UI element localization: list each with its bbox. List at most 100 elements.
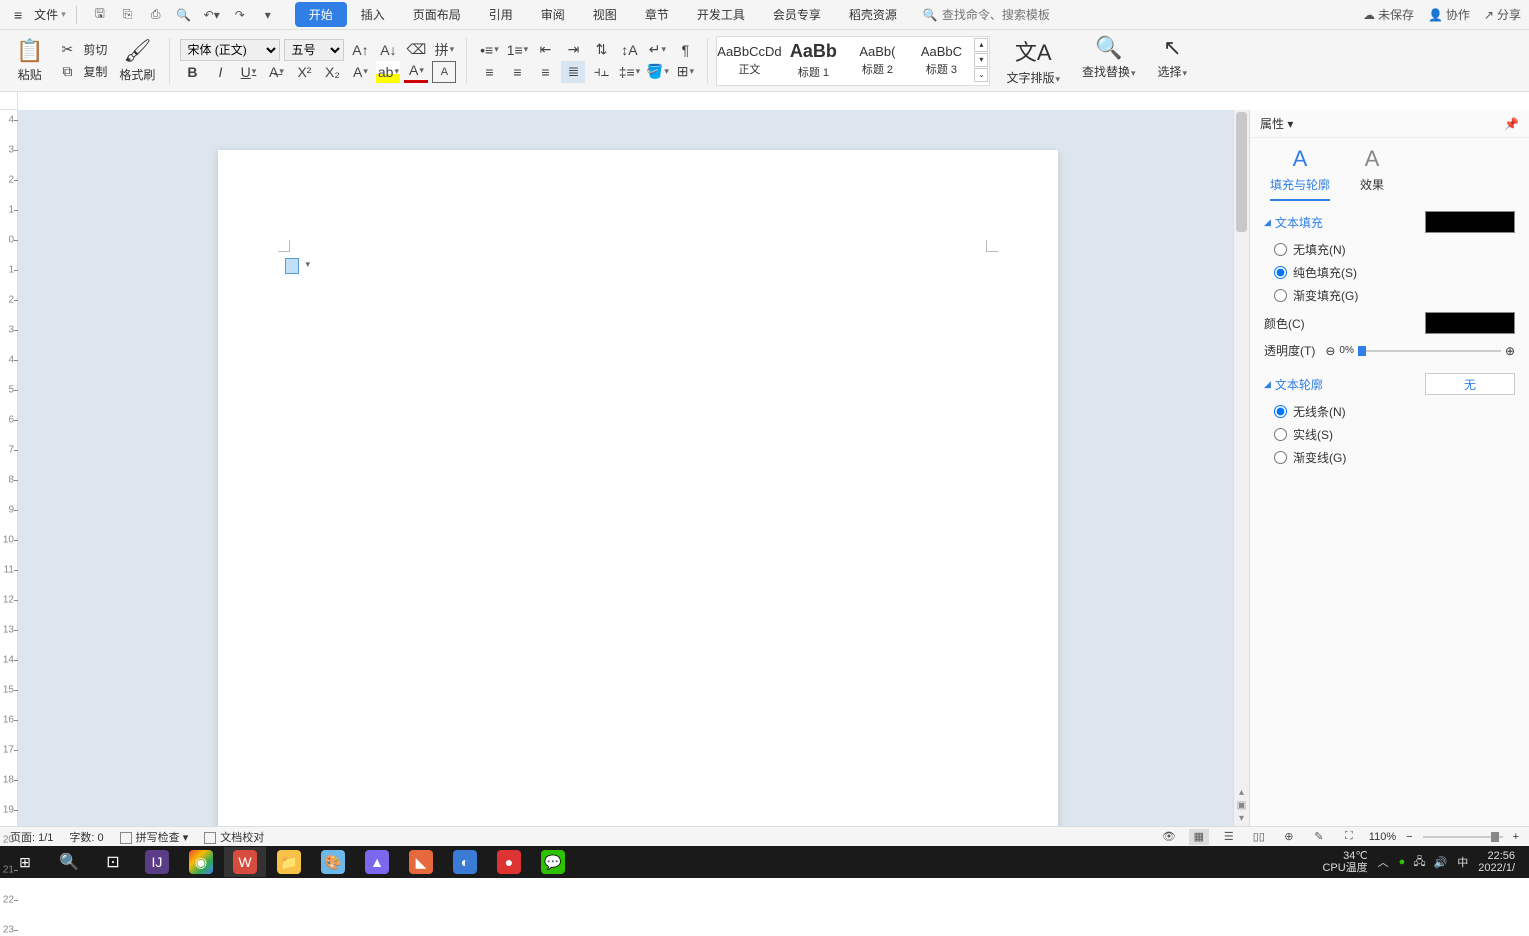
char-border-button[interactable]: A [432, 61, 456, 83]
view-reading-icon[interactable]: ▯▯ [1249, 829, 1269, 845]
tab-fill-outline[interactable]: A填充与轮廓 [1270, 146, 1330, 201]
eye-icon[interactable]: 👁 [1159, 829, 1179, 845]
taskbar-app-wps[interactable]: W [224, 847, 266, 877]
copy-button[interactable]: ⧉ [55, 61, 79, 83]
tab-insert[interactable]: 插入 [347, 2, 399, 27]
qat-customize-icon[interactable]: ▾ [257, 4, 279, 26]
clear-format-icon[interactable]: ⌫ [404, 39, 428, 61]
sort-button[interactable]: ⇅ [589, 39, 613, 61]
export-icon[interactable]: ⎘ [117, 4, 139, 26]
transparency-slider[interactable]: ⊖ 0% ⊕ [1325, 344, 1515, 358]
slider-thumb[interactable] [1358, 346, 1366, 356]
style-scroll-up[interactable]: ▴ [974, 38, 988, 52]
tab-home[interactable]: 开始 [295, 2, 347, 27]
undo-icon[interactable]: ↶▾ [201, 4, 223, 26]
distribute-button[interactable]: ⫞⫠ [589, 61, 613, 83]
text-effects-button[interactable]: A▾ [348, 61, 372, 83]
view-page-icon[interactable]: ▦ [1189, 829, 1209, 845]
italic-button[interactable]: I [208, 61, 232, 83]
doc-proofing[interactable]: 文档校对 [204, 829, 264, 845]
text-direction-button[interactable]: ↕A [617, 39, 641, 61]
share-button[interactable]: ↗分享 [1484, 6, 1521, 23]
decrease-indent-button[interactable]: ⇤ [533, 39, 557, 61]
shading-button[interactable]: 🪣▾ [645, 61, 669, 83]
radio-gradient-fill[interactable]: 渐变填充(G) [1274, 287, 1515, 304]
taskbar-clock[interactable]: 22:56 2022/1/ [1478, 850, 1515, 874]
style-heading3[interactable]: AaBbC标题 3 [910, 38, 972, 84]
grow-font-icon[interactable]: A↑ [348, 39, 372, 61]
save-icon[interactable]: 🖫 [89, 4, 111, 26]
zoom-in-icon[interactable]: + [1513, 831, 1519, 843]
page[interactable] [218, 150, 1058, 826]
minus-icon[interactable]: ⊖ [1325, 344, 1335, 358]
hamburger-icon[interactable]: ≡ [8, 7, 28, 23]
print-icon[interactable]: ⎙ [145, 4, 167, 26]
scroll-down-icon[interactable]: ▾ [1239, 813, 1244, 824]
pin-icon[interactable]: 📌 [1504, 117, 1519, 131]
view-focus-icon[interactable]: ✎ [1309, 829, 1329, 845]
paste-button[interactable]: 📋粘贴 [12, 36, 47, 85]
tab-premium[interactable]: 会员专享 [759, 2, 835, 27]
increase-indent-button[interactable]: ⇥ [561, 39, 585, 61]
tab-review[interactable]: 审阅 [527, 2, 579, 27]
tray-volume-icon[interactable]: 🔊 [1434, 856, 1448, 869]
numbering-button[interactable]: 1≡▾ [505, 39, 529, 61]
vertical-scrollbar[interactable]: ▴ ▣ ▾ [1233, 110, 1249, 826]
taskbar-app-paint[interactable]: 🎨 [312, 847, 354, 877]
line-spacing-button[interactable]: ‡≡▾ [617, 61, 641, 83]
find-replace-button[interactable]: 🔍查找替换▾ [1078, 33, 1140, 88]
tab-sections[interactable]: 章节 [631, 2, 683, 27]
subscript-button[interactable]: X₂ [320, 61, 344, 83]
section-text-fill[interactable]: ◢文本填充 [1264, 211, 1515, 233]
ime-indicator[interactable]: 中 [1457, 854, 1468, 870]
bullets-button[interactable]: •≡▾ [477, 39, 501, 61]
radio-no-line[interactable]: 无线条(N) [1274, 403, 1515, 420]
taskbar-search-icon[interactable]: 🔍 [48, 847, 90, 877]
collab-button[interactable]: 👤协作 [1428, 6, 1470, 23]
font-name-select[interactable]: 宋体 (正文) [180, 39, 280, 61]
font-color-button[interactable]: A▾ [404, 61, 428, 83]
tray-chevron-icon[interactable]: ︿ [1378, 854, 1389, 870]
plus-icon[interactable]: ⊕ [1505, 344, 1515, 358]
tab-developer[interactable]: 开发工具 [683, 2, 759, 27]
zoom-out-icon[interactable]: − [1406, 831, 1412, 843]
scroll-up-icon[interactable]: ▴ [1239, 787, 1244, 798]
format-painter-button[interactable]: 🖌格式刷 [115, 36, 159, 85]
taskbar-app-wechat[interactable]: 💬 [532, 847, 574, 877]
file-menu[interactable]: 文件 ▾ [28, 6, 72, 23]
line-break-button[interactable]: ↵▾ [645, 39, 669, 61]
select-button[interactable]: ↖选择▾ [1154, 33, 1192, 88]
view-outline-icon[interactable]: ☰ [1219, 829, 1239, 845]
taskbar-app-photos[interactable]: ▲ [356, 847, 398, 877]
shrink-font-icon[interactable]: A↓ [376, 39, 400, 61]
align-justify-button[interactable]: ≣ [561, 61, 585, 83]
underline-button[interactable]: U▾ [236, 61, 260, 83]
zoom-thumb[interactable] [1491, 832, 1499, 842]
spell-check[interactable]: 拼写检查 ▾ [120, 829, 189, 845]
cut-button[interactable]: ✂ [55, 39, 79, 61]
redo-icon[interactable]: ↷ [229, 4, 251, 26]
outline-preview[interactable]: 无 [1425, 373, 1515, 395]
unsaved-indicator[interactable]: ☁未保存 [1363, 6, 1414, 23]
style-heading2[interactable]: AaBb(标题 2 [846, 38, 908, 84]
cpu-temperature[interactable]: 34℃ CPU温度 [1322, 850, 1367, 874]
style-scroll-down[interactable]: ▾ [974, 53, 988, 67]
tab-effects[interactable]: A效果 [1360, 146, 1384, 201]
zoom-value[interactable]: 110% [1369, 831, 1396, 843]
superscript-button[interactable]: X² [292, 61, 316, 83]
task-view-icon[interactable]: ⊡ [92, 847, 134, 877]
ruler-vertical[interactable]: 4321012345678910111213141516171819202122… [0, 110, 18, 826]
show-marks-button[interactable]: ¶ [673, 39, 697, 61]
tray-network-icon[interactable]: 🖧 [1413, 853, 1425, 872]
font-size-select[interactable]: 五号 [284, 39, 344, 61]
taskbar-app-orange[interactable]: ◣ [400, 847, 442, 877]
align-center-button[interactable]: ≡ [505, 61, 529, 83]
style-gallery-expand[interactable]: ⌄ [974, 68, 988, 82]
view-web-icon[interactable]: ⊕ [1279, 829, 1299, 845]
style-heading1[interactable]: AaBb标题 1 [782, 38, 844, 84]
radio-solid-line[interactable]: 实线(S) [1274, 426, 1515, 443]
tab-view[interactable]: 视图 [579, 2, 631, 27]
align-right-button[interactable]: ≡ [533, 61, 557, 83]
zoom-slider[interactable] [1423, 836, 1503, 838]
radio-solid-fill[interactable]: 纯色填充(S) [1274, 264, 1515, 281]
